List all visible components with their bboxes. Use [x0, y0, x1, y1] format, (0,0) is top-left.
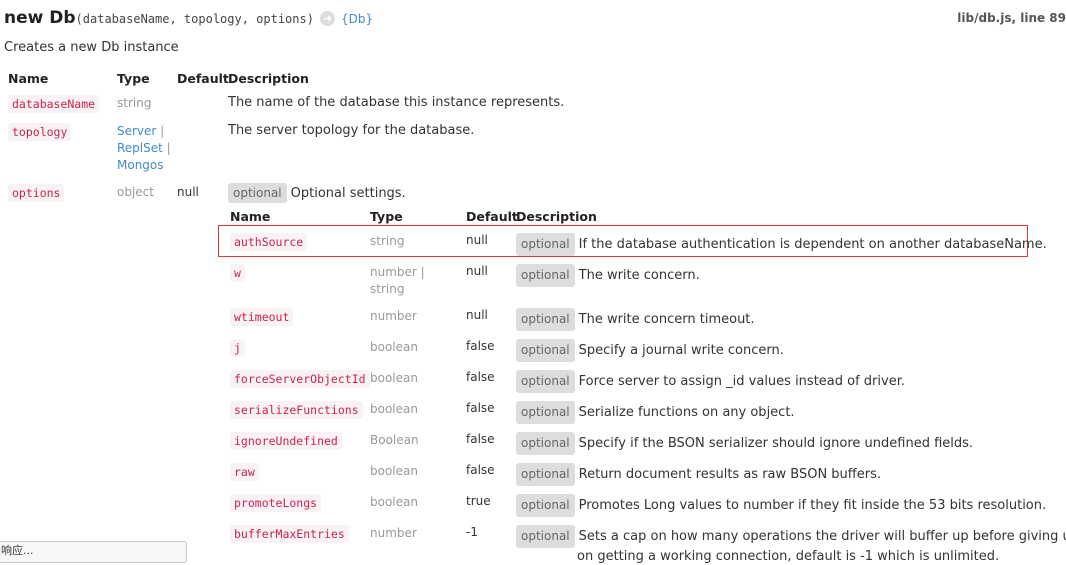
param-type: object: [117, 185, 154, 199]
option-type: number | string: [370, 265, 425, 296]
method-name: new Db: [4, 8, 76, 28]
option-name: raw: [230, 463, 259, 481]
option-default: false: [466, 432, 495, 446]
option-name: serializeFunctions: [230, 401, 363, 419]
option-description: Force server to assign _id values instea…: [578, 374, 905, 389]
optional-badge: optional: [516, 370, 575, 393]
option-type: boolean: [370, 494, 418, 511]
option-type-text: boolean: [370, 402, 418, 416]
option-type: number: [370, 308, 417, 325]
optional-badge: optional: [516, 432, 575, 455]
option-description-cont: on getting a working connection, default…: [577, 549, 1000, 564]
sub-col-type: Type: [370, 209, 403, 224]
param-name: topology: [8, 123, 72, 141]
option-description: Serialize functions on any object.: [578, 405, 795, 420]
option-default: -1: [466, 525, 478, 539]
option-description: The write concern timeout.: [578, 312, 755, 327]
option-name: w: [230, 264, 245, 282]
param-type: Server | ReplSet | Mongos: [117, 124, 171, 172]
optional-badge: optional: [228, 183, 287, 203]
sub-col-description: Description: [516, 209, 597, 224]
option-type: Boolean: [370, 432, 419, 449]
option-name: promoteLongs: [230, 494, 322, 512]
option-default: false: [466, 401, 495, 415]
option-type-text: boolean: [370, 340, 418, 354]
option-type-text: boolean: [370, 495, 418, 509]
type-link-server[interactable]: Server: [117, 124, 156, 138]
method-signature: (databaseName, topology, options): [75, 12, 314, 26]
optional-badge: optional: [516, 264, 575, 287]
param-type: string: [117, 96, 152, 110]
option-default: null: [466, 233, 488, 247]
option-name: authSource: [230, 233, 308, 251]
option-type: number: [370, 525, 417, 542]
option-description: Return document results as raw BSON buff…: [578, 467, 881, 482]
option-type-text: number: [370, 309, 417, 323]
col-default: Default: [177, 71, 229, 86]
method-description: Creates a new Db instance: [4, 40, 179, 55]
option-type-text: boolean: [370, 464, 418, 478]
col-type: Type: [117, 71, 150, 86]
type-link-mongos[interactable]: Mongos: [117, 158, 164, 172]
option-description: Sets a cap on how many operations the dr…: [578, 529, 1066, 544]
option-type: boolean: [370, 401, 418, 418]
option-default: null: [466, 308, 488, 322]
option-name: forceServerObjectId: [230, 370, 370, 388]
option-type-text: number: [370, 526, 417, 540]
method-title: new Db(databaseName, topology, options) ➜…: [4, 8, 373, 28]
option-default: true: [466, 494, 491, 508]
param-default: null: [177, 185, 199, 199]
option-type-text: number: [370, 265, 417, 279]
col-name: Name: [8, 71, 49, 86]
source-location[interactable]: lib/db.js, line 89: [957, 11, 1066, 25]
option-description: Promotes Long values to number if they f…: [578, 498, 1047, 513]
param-description: Optional settings.: [290, 186, 406, 201]
option-name: j: [230, 339, 245, 357]
option-default: false: [466, 370, 495, 384]
sub-col-default: Default: [466, 209, 518, 224]
optional-badge: optional: [516, 494, 575, 517]
option-description: The write concern.: [578, 268, 700, 283]
option-name: ignoreUndefined: [230, 432, 342, 450]
param-description: The server topology for the database.: [228, 123, 475, 138]
option-name: bufferMaxEntries: [230, 525, 349, 543]
col-description: Description: [228, 71, 309, 86]
optional-badge: optional: [516, 401, 575, 424]
option-type-text: boolean: [370, 371, 418, 385]
option-type: boolean: [370, 370, 418, 387]
optional-badge: optional: [516, 339, 575, 362]
status-popup: 响应...: [0, 541, 187, 563]
option-type: boolean: [370, 339, 418, 356]
type-link-replset[interactable]: ReplSet: [117, 141, 163, 155]
optional-badge: optional: [516, 525, 575, 548]
return-type-link[interactable]: {Db}: [341, 12, 373, 26]
optional-badge: optional: [516, 233, 575, 256]
option-type-text: string: [370, 234, 405, 248]
option-type: boolean: [370, 463, 418, 480]
option-name: wtimeout: [230, 308, 294, 326]
option-default: false: [466, 339, 495, 353]
param-name: options: [8, 184, 65, 202]
param-name: databaseName: [8, 95, 100, 113]
arrow-right-circle-icon: ➜: [319, 10, 335, 26]
option-default: false: [466, 463, 495, 477]
sub-col-name: Name: [230, 209, 271, 224]
option-type-text: string: [370, 282, 405, 296]
optional-badge: optional: [516, 308, 575, 331]
param-description: The name of the database this instance r…: [228, 95, 565, 110]
option-default: null: [466, 264, 488, 278]
option-type: string: [370, 233, 404, 250]
optional-badge: optional: [516, 463, 575, 486]
option-type-text: Boolean: [370, 433, 419, 447]
option-description: Specify a journal write concern.: [578, 343, 784, 358]
option-description: Specify if the BSON serializer should ig…: [578, 436, 974, 451]
option-description: If the database authentication is depend…: [578, 237, 1047, 252]
